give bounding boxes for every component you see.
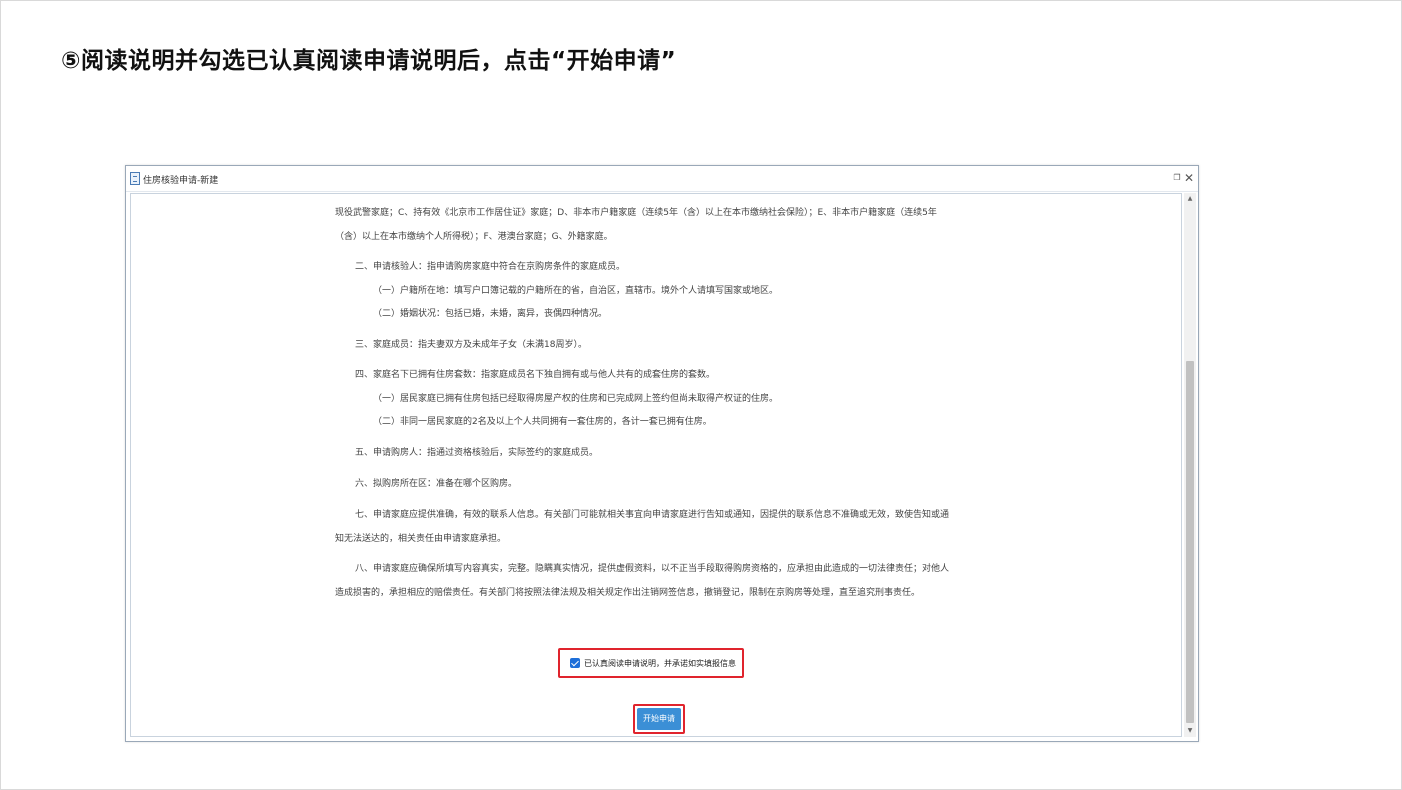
agree-label[interactable]: 已认真阅读申请说明，并承诺如实填报信息 xyxy=(584,658,736,669)
paragraph: 四、家庭名下已拥有住房套数：指家庭成员名下独自拥有或与他人共有的成套住房的套数。 xyxy=(355,370,716,380)
paragraph: 造成损害的，承担相应的赔偿责任。有关部门将按照法律法规及相关规定作出注销网签信息… xyxy=(335,588,921,598)
paragraph: （二）婚姻状况：包括已婚，未婚，离异，丧偶四种情况。 xyxy=(373,309,608,319)
dialog-title: 住房核验申请-新建 xyxy=(143,176,219,186)
paragraph: 三、家庭成员：指夫妻双方及未成年子女（未满18周岁）。 xyxy=(355,340,587,350)
scroll-down-icon[interactable]: ▼ xyxy=(1184,725,1196,737)
vertical-scrollbar[interactable]: ▲ ▼ xyxy=(1184,193,1196,737)
scroll-thumb[interactable] xyxy=(1186,361,1194,723)
start-application-button[interactable]: 开始申请 xyxy=(637,708,681,730)
document-icon xyxy=(130,172,140,185)
agree-highlight: 已认真阅读申请说明，并承诺如实填报信息 xyxy=(558,648,744,678)
slide-title: ⑤阅读说明并勾选已认真阅读申请说明后，点击“开始申请” xyxy=(61,48,677,74)
paragraph: 五、申请购房人：指通过资格核验后，实际签约的家庭成员。 xyxy=(355,448,599,458)
paragraph: （含）以上在本市缴纳个人所得税）；F、港澳台家庭；G、外籍家庭。 xyxy=(335,232,613,242)
paragraph: 八、申请家庭应确保所填写内容真实，完整。隐瞒真实情况，提供虚假资料，以不正当手段… xyxy=(355,564,950,574)
agree-checkbox[interactable] xyxy=(570,658,580,668)
start-highlight: 开始申请 xyxy=(633,704,685,734)
scroll-up-icon[interactable]: ▲ xyxy=(1184,193,1196,205)
paragraph: 六、拟购房所在区：准备在哪个区购房。 xyxy=(355,479,518,489)
paragraph: （一）户籍所在地：填写户口簿记载的户籍所在的省，自治区，直辖市。境外个人请填写国… xyxy=(373,286,779,296)
dialog-titlebar: 住房核验申请-新建 ❐ ✕ xyxy=(126,166,1198,192)
slide: ⑤阅读说明并勾选已认真阅读申请说明后，点击“开始申请” 住房核验申请-新建 ❐ … xyxy=(0,0,1402,790)
close-icon[interactable]: ✕ xyxy=(1183,172,1195,184)
paragraph: 七、申请家庭应提供准确，有效的联系人信息。有关部门可能就相关事宜向申请家庭进行告… xyxy=(355,510,950,520)
paragraph: 二、申请核验人：指申请购房家庭中符合在京购房条件的家庭成员。 xyxy=(355,262,626,272)
paragraph: （一）居民家庭已拥有住房包括已经取得房屋产权的住房和已完成网上签约但尚未取得产权… xyxy=(373,394,779,404)
paragraph: 现役武警家庭；C、持有效《北京市工作居住证》家庭；D、非本市户籍家庭（连续5年（… xyxy=(335,208,937,218)
content-frame[interactable]: 现役武警家庭；C、持有效《北京市工作居住证》家庭；D、非本市户籍家庭（连续5年（… xyxy=(130,193,1182,737)
paragraph: 知无法送达的，相关责任由申请家庭承担。 xyxy=(335,534,507,544)
paragraph: （二）非同一居民家庭的2名及以上个人共同拥有一套住房的，各计一套已拥有住房。 xyxy=(373,417,712,427)
dialog-window: 住房核验申请-新建 ❐ ✕ 现役武警家庭；C、持有效《北京市工作居住证》家庭；D… xyxy=(125,165,1199,742)
restore-icon[interactable]: ❐ xyxy=(1171,172,1183,184)
